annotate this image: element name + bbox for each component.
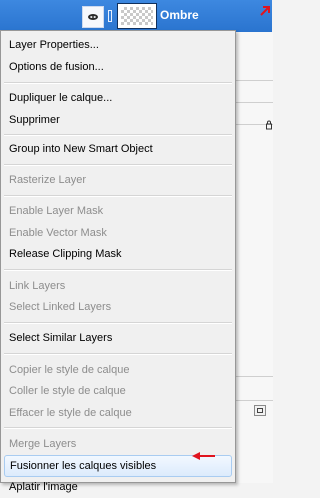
lock-icon: [266, 120, 272, 130]
divider: [233, 376, 273, 377]
menu-separator: [4, 269, 232, 271]
menu-item-rasterize-layer[interactable]: Rasterize Layer: [4, 169, 232, 191]
layers-panel-side: [232, 32, 273, 483]
menu-item-blending-options[interactable]: Options de fusion...: [4, 56, 232, 78]
menu-separator: [4, 353, 232, 355]
menu-item-release-clipping-mask[interactable]: Release Clipping Mask: [4, 243, 232, 265]
menu-separator: [4, 82, 232, 84]
menu-item-select-linked-layers[interactable]: Select Linked Layers: [4, 296, 232, 318]
brush-icon: [108, 10, 112, 22]
menu-item-link-layers[interactable]: Link Layers: [4, 275, 232, 297]
divider: [233, 102, 273, 103]
menu-item-enable-vector-mask[interactable]: Enable Vector Mask: [4, 222, 232, 244]
menu-item-duplicate-layer[interactable]: Dupliquer le calque...: [4, 87, 232, 109]
menu-separator: [4, 164, 232, 166]
divider: [233, 400, 273, 401]
menu-separator: [4, 322, 232, 324]
menu-item-flatten-image[interactable]: Aplatir l'image: [4, 476, 232, 498]
new-layer-button[interactable]: [254, 405, 266, 416]
annotation-arrow-icon: [192, 452, 215, 460]
menu-item-group-smart-object[interactable]: Group into New Smart Object: [4, 138, 232, 160]
menu-separator: [4, 134, 232, 136]
menu-item-copy-layer-style[interactable]: Copier le style de calque: [4, 359, 232, 381]
menu-item-delete[interactable]: Supprimer: [4, 109, 232, 131]
transparency-checker: [121, 7, 153, 25]
menu-item-select-similar-layers[interactable]: Select Similar Layers: [4, 327, 232, 349]
selected-layer-row[interactable]: Ombre: [0, 0, 272, 33]
menu-separator: [4, 195, 232, 197]
layer-thumbnail: [117, 3, 157, 29]
menu-separator: [4, 427, 232, 429]
layer-context-menu: Layer Properties... Options de fusion...…: [0, 30, 236, 493]
menu-item-layer-properties[interactable]: Layer Properties...: [4, 34, 232, 56]
annotation-arrow-icon: [260, 6, 270, 16]
layer-name[interactable]: Ombre: [160, 8, 199, 22]
menu-item-clear-layer-style[interactable]: Effacer le style de calque: [4, 402, 232, 424]
menu-item-paste-layer-style[interactable]: Coller le style de calque: [4, 380, 232, 402]
menu-item-enable-layer-mask[interactable]: Enable Layer Mask: [4, 200, 232, 222]
divider: [233, 80, 273, 81]
layer-visibility-toggle[interactable]: [82, 6, 104, 28]
eye-icon: [88, 14, 98, 20]
